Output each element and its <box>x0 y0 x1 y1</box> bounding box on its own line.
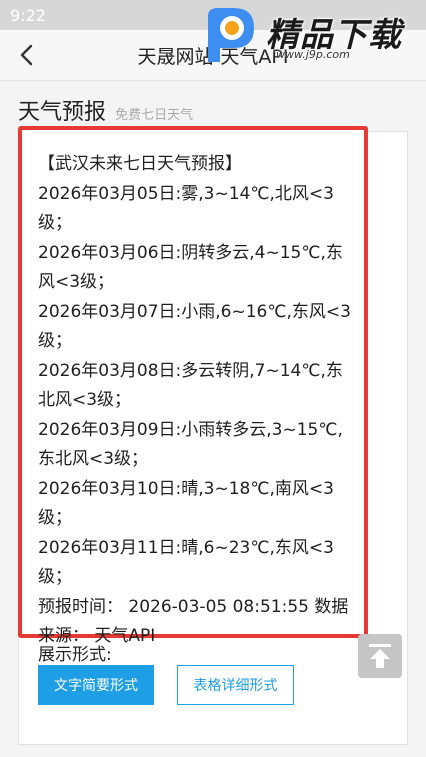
arrow-up-icon <box>369 644 391 668</box>
watermark-logo: 精品下载 www.j9p.com <box>196 0 422 70</box>
forecast-day: 2026年03月05日:雾,3~14℃,北风<3级； <box>38 183 334 234</box>
forecast-day: 2026年03月09日:小雨转多云,3~15℃,东北风<3级； <box>38 419 343 470</box>
section-title: 天气预报 <box>18 100 107 125</box>
section-heading: 天气预报 免费七日天气 <box>18 94 193 126</box>
watermark-url: www.j9p.com <box>276 48 350 61</box>
display-mode-label: 展示形式: <box>38 645 112 665</box>
forecast-day: 2026年03月06日:阴转多云,4~15℃,东风<3级； <box>38 242 343 293</box>
back-to-top-button[interactable] <box>358 634 402 678</box>
forecast-text: 【武汉未来七日天气预报】 2026年03月05日:雾,3~14℃,北风<3级； … <box>38 150 356 652</box>
table-detail-button[interactable]: 表格详细形式 <box>177 665 294 705</box>
status-time: 9:22 <box>10 6 46 25</box>
section-subtitle: 免费七日天气 <box>115 108 194 123</box>
forecast-highlight-frame: 【武汉未来七日天气预报】 2026年03月05日:雾,3~14℃,北风<3级； … <box>18 126 368 646</box>
text-summary-button[interactable]: 文字简要形式 <box>38 665 154 705</box>
forecast-day: 2026年03月10日:晴,3~18℃,南风<3级； <box>38 478 334 529</box>
forecast-day: 2026年03月11日:晴,6~23℃,东风<3级； <box>38 537 334 588</box>
forecast-day: 2026年03月08日:多云转阴,7~14℃,东北风<3级； <box>38 360 343 411</box>
p-logo-icon <box>208 8 254 62</box>
forecast-day: 2026年03月07日:小雨,6~16℃,东风<3级； <box>38 301 351 352</box>
forecast-header: 【武汉未来七日天气预报】 <box>38 154 242 174</box>
